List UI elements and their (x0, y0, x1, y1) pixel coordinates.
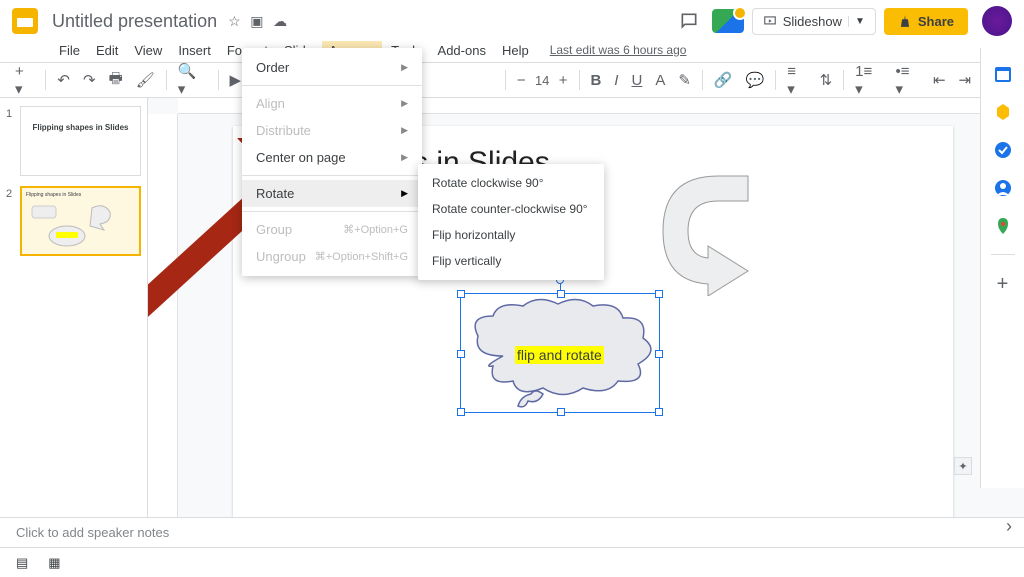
calendar-icon[interactable] (993, 64, 1013, 84)
resize-handle-w[interactable] (457, 350, 465, 358)
menu-view[interactable]: View (127, 41, 169, 60)
menu-align: Align▶ (242, 90, 422, 117)
filmstrip-view-icon[interactable]: ▤ (16, 555, 28, 571)
new-slide-button[interactable]: + ▾ (10, 59, 39, 102)
undo-button[interactable]: ↶ (52, 67, 75, 93)
resize-handle-se[interactable] (655, 408, 663, 416)
align-button[interactable]: ≡ ▾ (782, 59, 811, 102)
menu-rotate[interactable]: Rotate▶ (242, 180, 422, 207)
font-dec-button[interactable]: − (512, 68, 531, 93)
add-addon-icon[interactable]: + (993, 273, 1013, 293)
thumb-slide-2[interactable]: Flipping shapes in Slides (20, 186, 141, 256)
menu-distribute: Distribute▶ (242, 117, 422, 144)
slideshow-label: Slideshow (783, 14, 842, 29)
slideshow-button[interactable]: Slideshow ▼ (752, 8, 876, 35)
menu-insert[interactable]: Insert (171, 41, 218, 60)
number-list-button[interactable]: 1≡ ▾ (850, 59, 887, 102)
bottom-bar: ▤ ▦ (0, 547, 1024, 577)
doc-title[interactable]: Untitled presentation (52, 11, 217, 32)
move-icon[interactable]: ▣ (250, 13, 263, 29)
menu-center[interactable]: Center on page▶ (242, 144, 422, 171)
rotate-cw[interactable]: Rotate clockwise 90° (418, 170, 604, 196)
selection-box (460, 293, 660, 413)
zoom-button[interactable]: 🔍 ▾ (173, 58, 212, 102)
menu-file[interactable]: File (52, 41, 87, 60)
rotate-ccw[interactable]: Rotate counter-clockwise 90° (418, 196, 604, 222)
resize-handle-ne[interactable] (655, 290, 663, 298)
italic-button[interactable]: I (609, 68, 623, 93)
thumb-num-1: 1 (6, 106, 16, 120)
cloud-icon[interactable]: ☁ (273, 13, 287, 29)
menu-edit[interactable]: Edit (89, 41, 125, 60)
indent-dec-button[interactable]: ⇤ (928, 67, 951, 93)
resize-handle-sw[interactable] (457, 408, 465, 416)
menu-order[interactable]: Order▶ (242, 54, 422, 81)
menu-addons[interactable]: Add-ons (431, 41, 493, 60)
meet-icon[interactable] (712, 9, 744, 33)
comment-button[interactable]: 💬 (741, 67, 770, 93)
line-spacing-button[interactable]: ⇅ (815, 67, 838, 93)
thumb-title-1: Flipping shapes in Slides (21, 107, 140, 149)
toolbar: + ▾ ↶ ↷ 🖶 🖌 🔍 ▾ ▶ T ▭ ▾ − 14 + B I U A ✎… (0, 62, 1024, 98)
curved-arrow-shape[interactable] (653, 166, 793, 296)
share-button[interactable]: Share (884, 8, 968, 35)
underline-button[interactable]: U (626, 68, 647, 93)
last-edit-link[interactable]: Last edit was 6 hours ago (550, 43, 687, 57)
font-inc-button[interactable]: + (554, 68, 573, 93)
cloud-shape[interactable]: flip and rotate (463, 296, 663, 426)
bold-button[interactable]: B (585, 68, 606, 93)
menu-ungroup: Ungroup⌘+Option+Shift+G (242, 243, 422, 270)
print-button[interactable]: 🖶 (104, 64, 128, 97)
flip-vertical[interactable]: Flip vertically (418, 248, 604, 274)
speaker-notes[interactable]: Click to add speaker notes (0, 517, 1024, 547)
comments-icon[interactable] (674, 6, 704, 36)
contacts-icon[interactable] (993, 178, 1013, 198)
rotate-submenu: Rotate clockwise 90° Rotate counter-cloc… (418, 164, 604, 280)
star-icon[interactable]: ☆ (228, 13, 241, 29)
resize-handle-e[interactable] (655, 350, 663, 358)
indent-inc-button[interactable]: ⇥ (954, 67, 977, 93)
keep-icon[interactable] (993, 102, 1013, 122)
slides-logo[interactable] (12, 8, 38, 34)
highlight-button[interactable]: ✎ (673, 67, 696, 93)
collapse-panel-icon[interactable]: › (1006, 516, 1012, 537)
flip-horizontal[interactable]: Flip horizontally (418, 222, 604, 248)
chevron-down-icon[interactable]: ▼ (848, 16, 865, 27)
font-size-input[interactable]: 14 (534, 73, 551, 88)
explore-button[interactable]: ✦ (954, 457, 972, 475)
tasks-icon[interactable] (993, 140, 1013, 160)
grid-view-icon[interactable]: ▦ (48, 555, 60, 571)
menu-group: Group⌘+Option+G (242, 216, 422, 243)
resize-handle-nw[interactable] (457, 290, 465, 298)
ruler-vertical (148, 114, 178, 517)
redo-button[interactable]: ↷ (78, 67, 101, 93)
arrange-dropdown: Order▶ Align▶ Distribute▶ Center on page… (242, 48, 422, 276)
thumb-num-2: 2 (6, 186, 16, 200)
side-panel: + (980, 48, 1024, 488)
resize-handle-s[interactable] (557, 408, 565, 416)
link-button[interactable]: 🔗 (709, 67, 738, 93)
share-label: Share (918, 14, 954, 29)
menu-help[interactable]: Help (495, 41, 536, 60)
thumb-slide-1[interactable]: Flipping shapes in Slides (20, 106, 141, 176)
maps-icon[interactable] (993, 216, 1013, 236)
filmstrip: 1 Flipping shapes in Slides 2 Flipping s… (0, 98, 148, 517)
avatar[interactable] (982, 6, 1012, 36)
text-color-button[interactable]: A (650, 68, 670, 93)
paint-format-button[interactable]: 🖌 (131, 67, 160, 93)
bullet-list-button[interactable]: •≡ ▾ (891, 59, 925, 102)
resize-handle-n[interactable] (557, 290, 565, 298)
